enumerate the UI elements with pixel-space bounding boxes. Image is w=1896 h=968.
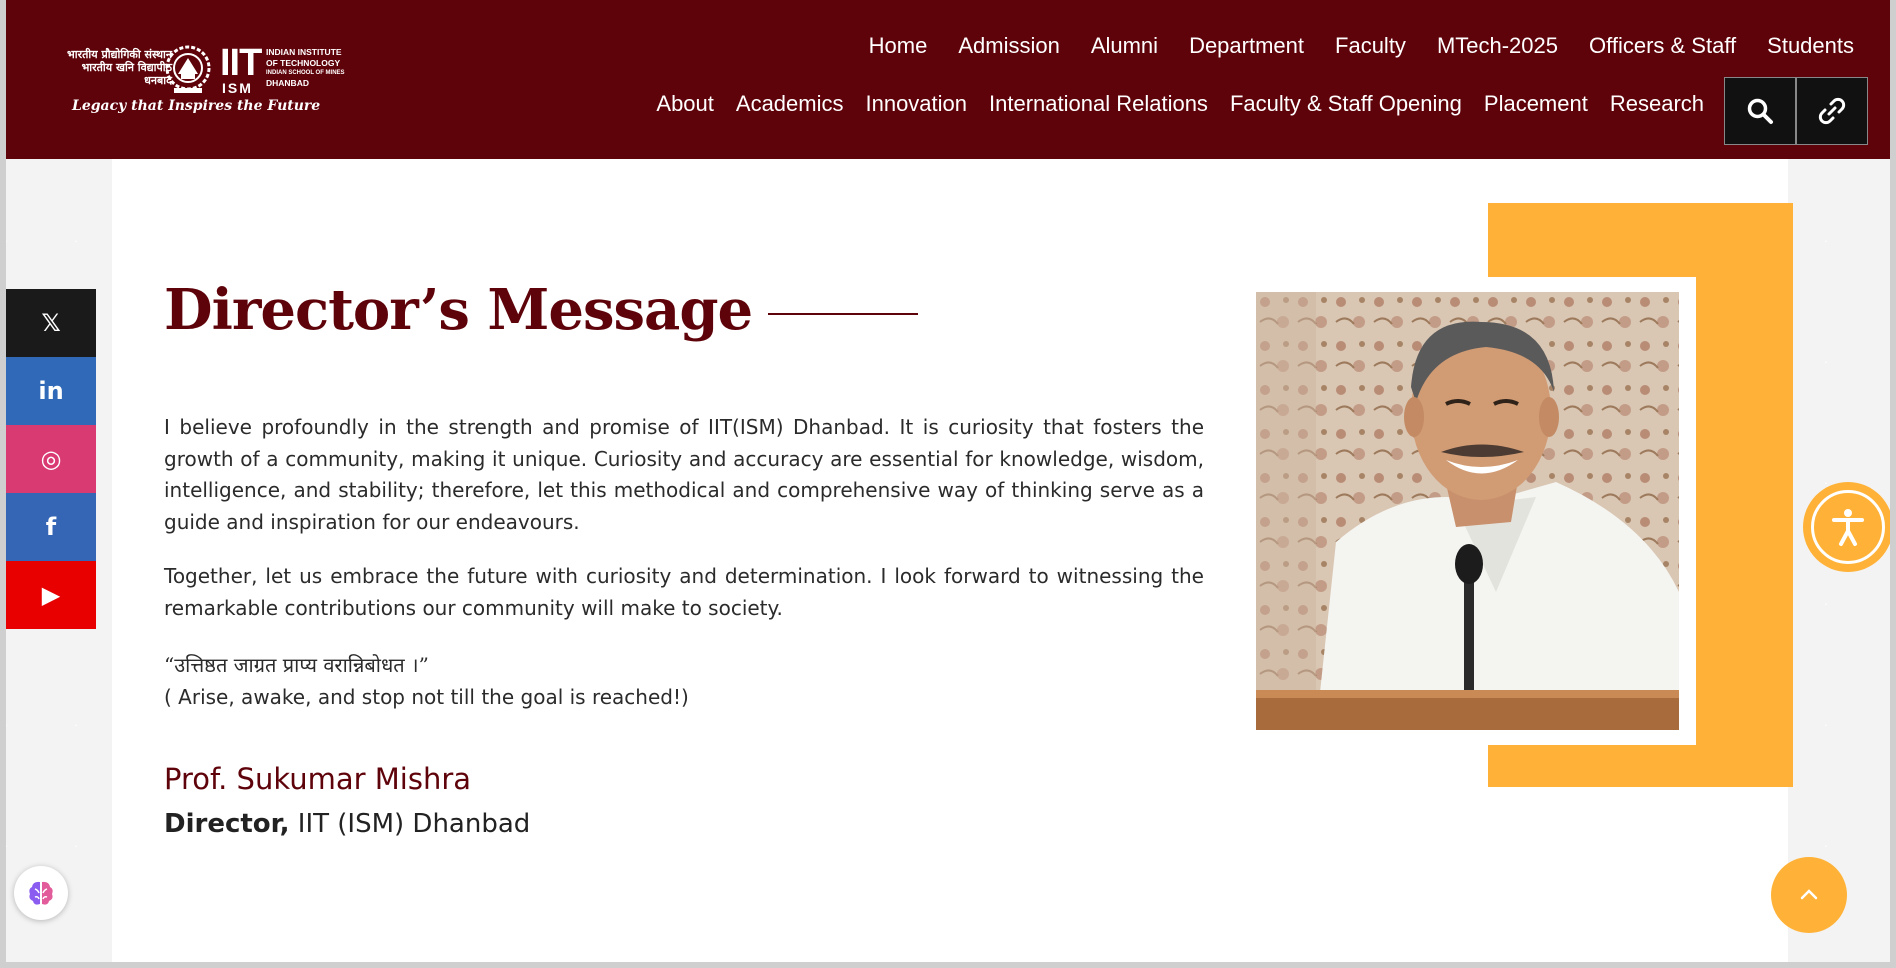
instagram-icon: ◎	[40, 445, 62, 473]
nav-placement[interactable]: Placement	[1484, 91, 1588, 117]
nav-mtech-2025[interactable]: MTech-2025	[1437, 33, 1558, 59]
logo-english-text: INDIAN INSTITUTE OF TECHNOLOGY INDIAN SC…	[266, 47, 345, 89]
accessibility-ring	[1811, 490, 1885, 564]
accessibility-icon	[1832, 509, 1864, 546]
social-instagram-button[interactable]: ◎	[6, 425, 96, 493]
logo-hindi-line-3: धनबाद	[144, 74, 172, 87]
nav-international-relations[interactable]: International Relations	[989, 91, 1208, 117]
logo-ism: ISM	[222, 80, 253, 96]
nav-innovation[interactable]: Innovation	[865, 91, 967, 117]
youtube-icon: ▶	[41, 581, 61, 609]
logo-english-line-4: DHANBAD	[266, 78, 309, 88]
director-photo	[1256, 292, 1679, 730]
accessibility-button[interactable]	[1803, 482, 1890, 572]
logo-hindi-line-2: भारतीय खनि विद्यापीठ	[81, 61, 172, 74]
director-designation: Director, IIT (ISM) Dhanbad	[164, 809, 530, 839]
page-title: Director’s Message	[164, 277, 753, 343]
designation-title: Director,	[164, 809, 290, 839]
quote-english: ( Arise, awake, and stop not till the go…	[164, 685, 689, 709]
scroll-to-top-button[interactable]	[1771, 857, 1847, 933]
nav-students[interactable]: Students	[1767, 33, 1854, 59]
social-linkedin-button[interactable]: in	[6, 357, 96, 425]
linkedin-icon: in	[38, 377, 64, 405]
chevron-up-icon	[1800, 889, 1818, 900]
directors-message-section: Director’s Message I believe profoundly …	[112, 159, 1793, 962]
nav-academics[interactable]: Academics	[736, 91, 844, 117]
ai-assistant-button[interactable]	[14, 866, 68, 920]
emblem-icon	[165, 45, 211, 93]
logo-english-line-2: OF TECHNOLOGY	[266, 58, 341, 68]
nav-faculty[interactable]: Faculty	[1335, 33, 1406, 59]
director-name: Prof. Sukumar Mishra	[164, 762, 472, 796]
nav-faculty-staff-opening[interactable]: Faculty & Staff Opening	[1230, 91, 1462, 117]
search-button[interactable]	[1724, 77, 1796, 145]
message-paragraph-2: Together, let us embrace the future with…	[164, 564, 1204, 620]
logo-english-line-3: INDIAN SCHOOL OF MINES	[266, 70, 345, 76]
nav-department[interactable]: Department	[1189, 33, 1304, 59]
quote-hindi: “उत्तिष्ठत जाग्रत प्राप्य वरान्निबोधत ।”	[164, 653, 429, 677]
page: भारतीय प्रौद्योगिकी संस्थान भारतीय खनि व…	[6, 0, 1890, 962]
heading-rule	[768, 313, 919, 315]
link-icon	[1818, 97, 1846, 125]
social-sidebar: 𝕏 in ◎ f ▶	[6, 289, 96, 629]
social-youtube-button[interactable]: ▶	[6, 561, 96, 629]
logo-hindi-text: भारतीय प्रौद्योगिकी संस्थान भारतीय खनि व…	[24, 48, 172, 87]
logo-hindi-line-1: भारतीय प्रौद्योगिकी संस्थान	[67, 48, 172, 61]
brain-icon	[29, 881, 53, 905]
nav-officers-staff[interactable]: Officers & Staff	[1589, 33, 1736, 59]
logo-english-line-1: INDIAN INSTITUTE	[266, 47, 342, 57]
nav-alumni[interactable]: Alumni	[1091, 33, 1158, 59]
logo-iit: IIT	[220, 42, 262, 84]
site-header: भारतीय प्रौद्योगिकी संस्थान भारतीय खनि व…	[6, 0, 1890, 159]
designation-institute: IIT (ISM) Dhanbad	[289, 809, 531, 839]
quick-links-button[interactable]	[1796, 77, 1868, 145]
section-heading: Director’s Message	[164, 277, 919, 343]
nav-about[interactable]: About	[656, 91, 714, 117]
institute-logo[interactable]: भारतीय प्रौद्योगिकी संस्थान भारतीय खनि व…	[24, 42, 364, 122]
x-icon: 𝕏	[41, 309, 61, 337]
message-paragraph-1: I believe profoundly in the strength and…	[164, 415, 1204, 534]
logo-tagline: Legacy that Inspires the Future	[72, 98, 321, 114]
main-nav-top: Home Admission Alumni Department Faculty…	[869, 33, 1854, 59]
sanskrit-quote: “उत्तिष्ठत जाग्रत प्राप्य वरान्निबोधत ।”…	[164, 649, 689, 713]
nav-home[interactable]: Home	[869, 33, 928, 59]
social-x-button[interactable]: 𝕏	[6, 289, 96, 357]
nav-research[interactable]: Research	[1610, 91, 1704, 117]
main-nav-bottom: About Academics Innovation International…	[656, 91, 1704, 117]
social-facebook-button[interactable]: f	[6, 493, 96, 561]
nav-admission[interactable]: Admission	[958, 33, 1059, 59]
facebook-icon: f	[45, 513, 57, 541]
search-icon	[1747, 98, 1773, 124]
